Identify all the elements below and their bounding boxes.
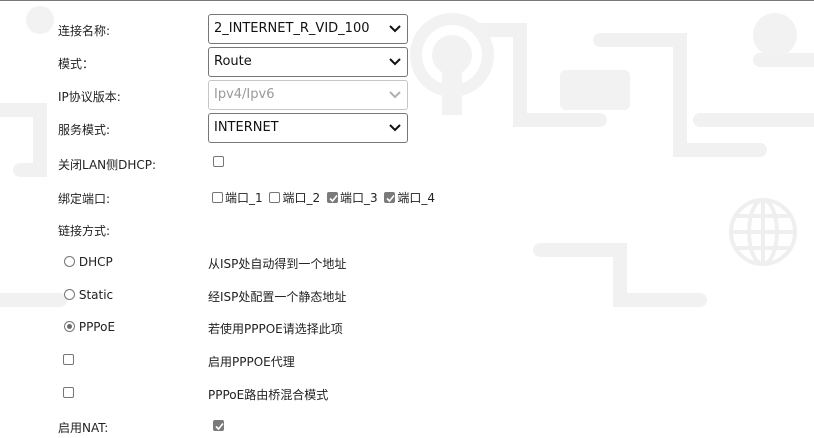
dhcp-radio-option[interactable]: DHCP — [64, 255, 113, 269]
pppoe-proxy-description: 启用PPPOE代理 — [208, 355, 295, 369]
connection-name-value: 2_INTERNET_R_VID_100 — [214, 21, 370, 36]
static-description: 经ISP处配置一个静态地址 — [208, 290, 347, 304]
service-mode-label: 服务模式: — [58, 123, 111, 137]
pppoe-label: PPPoE — [78, 320, 116, 334]
check-icon — [215, 422, 224, 431]
enable-nat-checkbox[interactable] — [213, 420, 224, 431]
chevron-down-icon — [389, 91, 401, 99]
port-4-checkbox[interactable] — [384, 192, 396, 203]
row-bind-ports: 绑定端口: 端口_1 端口_2 端口_3 端口_4 — [0, 188, 814, 206]
row-mode: 模式： Route — [0, 47, 814, 77]
port-2[interactable]: 端口_2 — [269, 189, 320, 206]
row-ip-version: IP协议版本: Ipv4/Ipv6 — [0, 80, 814, 110]
dhcp-label: DHCP — [78, 255, 113, 269]
row-link-dhcp: DHCP 从ISP处自动得到一个地址 — [0, 254, 814, 272]
connection-name-label: 连接名称: — [58, 24, 111, 38]
pppoe-bridge-mix-checkbox[interactable] — [63, 387, 74, 398]
row-link-static: Static 经ISP处配置一个静态地址 — [0, 287, 814, 305]
port-2-label: 端口_2 — [282, 191, 321, 205]
row-connection-name: 连接名称: 2_INTERNET_R_VID_100 — [0, 14, 814, 44]
port-2-checkbox[interactable] — [269, 192, 281, 203]
static-label: Static — [78, 288, 114, 302]
connection-name-select[interactable]: 2_INTERNET_R_VID_100 — [208, 14, 408, 44]
port-4-label: 端口_4 — [397, 191, 436, 205]
mode-select[interactable]: Route — [208, 47, 408, 77]
port-1[interactable]: 端口_1 — [212, 189, 263, 206]
port-3[interactable]: 端口_3 — [326, 189, 378, 206]
row-disable-lan-dhcp: 关闭LAN侧DHCP: — [0, 154, 814, 172]
ip-version-label: IP协议版本: — [58, 90, 121, 104]
row-link-pppoe: PPPoE 若使用PPPOE请选择此项 — [0, 319, 814, 337]
port-3-label: 端口_3 — [339, 191, 378, 205]
pppoe-radio[interactable] — [64, 321, 75, 332]
static-radio[interactable] — [64, 289, 75, 300]
static-radio-option[interactable]: Static — [64, 288, 113, 302]
dhcp-radio[interactable] — [64, 256, 75, 267]
port-checkbox-group: 端口_1 端口_2 端口_3 端口_4 — [212, 189, 438, 206]
service-mode-value: INTERNET — [214, 120, 279, 135]
pppoe-bridge-mix-description: PPPoE路由桥混合模式 — [208, 388, 329, 402]
pppoe-description: 若使用PPPOE请选择此项 — [208, 322, 343, 336]
pppoe-radio-option[interactable]: PPPoE — [64, 320, 115, 334]
link-method-label: 链接方式: — [58, 224, 111, 238]
chevron-down-icon — [389, 25, 401, 33]
service-mode-select[interactable]: INTERNET — [208, 113, 408, 143]
row-pppoe-proxy: 启用PPPOE代理 — [0, 352, 814, 370]
row-link-method: 链接方式: — [0, 221, 814, 239]
port-4[interactable]: 端口_4 — [384, 189, 435, 206]
ip-version-value: Ipv4/Ipv6 — [214, 87, 275, 102]
disable-lan-dhcp-label: 关闭LAN侧DHCP: — [58, 158, 157, 172]
port-1-label: 端口_1 — [225, 191, 263, 205]
chevron-down-icon — [389, 58, 401, 66]
row-service-mode: 服务模式: INTERNET — [0, 113, 814, 143]
mode-label: 模式： — [58, 57, 95, 71]
enable-nat-label: 启用NAT: — [58, 421, 109, 435]
port-3-checkbox[interactable] — [326, 192, 338, 203]
row-enable-nat: 启用NAT: — [0, 418, 814, 436]
pppoe-proxy-checkbox[interactable] — [63, 354, 74, 365]
mode-value: Route — [214, 54, 252, 69]
check-icon — [386, 194, 396, 203]
check-icon — [329, 194, 338, 203]
port-1-checkbox[interactable] — [212, 192, 223, 203]
ip-version-select[interactable]: Ipv4/Ipv6 — [208, 80, 408, 110]
bind-ports-label: 绑定端口: — [58, 192, 111, 206]
dhcp-description: 从ISP处自动得到一个地址 — [208, 257, 347, 271]
row-pppoe-bridge-mix: PPPoE路由桥混合模式 — [0, 385, 814, 403]
chevron-down-icon — [389, 124, 401, 132]
disable-lan-dhcp-checkbox[interactable] — [213, 156, 224, 167]
